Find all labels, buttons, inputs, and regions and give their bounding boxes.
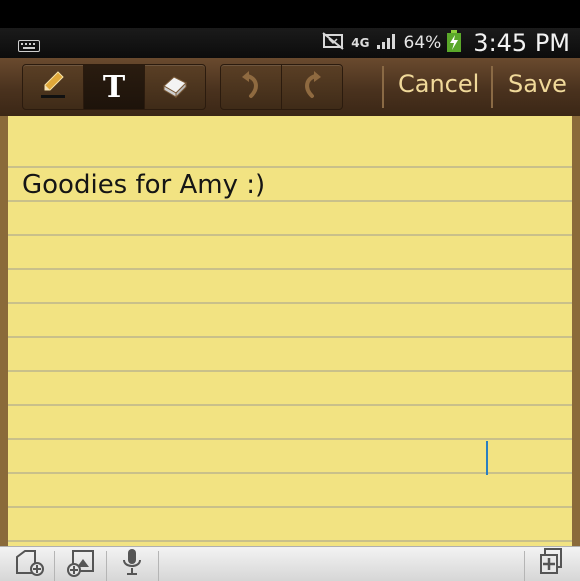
redo-icon (300, 70, 324, 104)
top-bezel (0, 0, 580, 28)
pencil-icon (38, 69, 68, 105)
history-group (220, 64, 343, 110)
note-paper-frame: Goodies for Amy :) (0, 116, 580, 546)
eraser-icon (160, 72, 190, 102)
text-cursor (486, 441, 488, 475)
bottom-divider (524, 551, 525, 581)
add-page-icon (537, 547, 565, 581)
keyboard-icon (18, 37, 40, 56)
pen-tool-button[interactable] (23, 65, 84, 109)
battery-percent: 64% (403, 33, 442, 53)
note-editor[interactable]: Goodies for Amy :) (8, 116, 572, 546)
cancel-button[interactable]: Cancel (398, 70, 479, 98)
network-type-label: 4G (351, 36, 370, 50)
text-tool-button[interactable]: T (84, 65, 145, 109)
toolbar-divider (491, 66, 493, 108)
note-text[interactable]: Goodies for Amy :) (22, 170, 265, 200)
signal-strength-icon (376, 32, 398, 54)
note-toolbar: T Cancel Save (0, 58, 580, 118)
add-image-icon (65, 547, 97, 581)
redo-button[interactable] (282, 65, 342, 109)
bottom-toolbar (0, 546, 580, 581)
save-button[interactable]: Save (508, 70, 567, 98)
eraser-tool-button[interactable] (145, 65, 205, 109)
add-page-button[interactable] (526, 547, 576, 581)
add-image-button[interactable] (56, 547, 106, 581)
network-type-icon: 4G (351, 37, 369, 49)
tool-group: T (22, 64, 206, 110)
bottom-divider (54, 551, 55, 581)
insert-image-button[interactable] (4, 547, 54, 581)
text-tool-label: T (102, 69, 126, 105)
microphone-icon (121, 547, 143, 581)
clock: 3:45 PM (473, 29, 570, 57)
undo-button[interactable] (221, 65, 282, 109)
bottom-divider (158, 551, 159, 581)
voice-input-button[interactable] (107, 547, 157, 581)
status-bar: 4G 64% 3:45 PM (0, 28, 580, 58)
battery-charging-icon (447, 30, 462, 56)
insert-image-icon (13, 547, 45, 581)
nfc-mute-icon (321, 32, 345, 54)
toolbar-divider (382, 66, 384, 108)
undo-icon (239, 70, 263, 104)
